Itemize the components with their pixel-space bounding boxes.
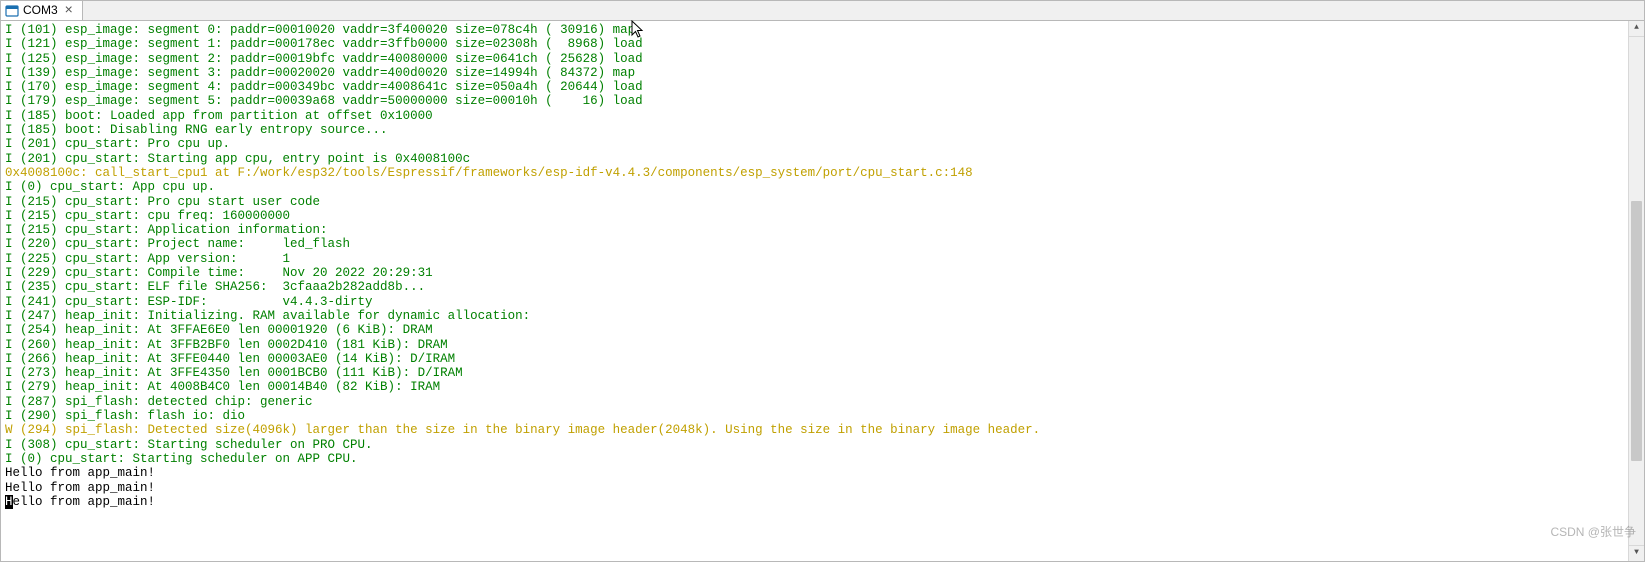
log-line: I (185) boot: Loaded app from partition …	[5, 109, 1624, 123]
scroll-down-arrow[interactable]: ▼	[1629, 545, 1644, 561]
log-line: I (121) esp_image: segment 1: paddr=0001…	[5, 37, 1624, 51]
log-line: I (241) cpu_start: ESP-IDF: v4.4.3-dirty	[5, 295, 1624, 309]
log-line: I (101) esp_image: segment 0: paddr=0001…	[5, 23, 1624, 37]
tab-com3[interactable]: COM3 ×	[1, 1, 83, 20]
log-line: I (308) cpu_start: Starting scheduler on…	[5, 438, 1624, 452]
log-line: I (139) esp_image: segment 3: paddr=0002…	[5, 66, 1624, 80]
log-line: I (201) cpu_start: Starting app cpu, ent…	[5, 152, 1624, 166]
terminal-output[interactable]: I (101) esp_image: segment 0: paddr=0001…	[1, 21, 1628, 511]
log-line: Hello from app_main!	[5, 495, 1624, 509]
log-line: I (0) cpu_start: Starting scheduler on A…	[5, 452, 1624, 466]
log-line: Hello from app_main!	[5, 466, 1624, 480]
log-line: I (260) heap_init: At 3FFB2BF0 len 0002D…	[5, 338, 1624, 352]
log-line: I (254) heap_init: At 3FFAE6E0 len 00001…	[5, 323, 1624, 337]
log-line: I (220) cpu_start: Project name: led_fla…	[5, 237, 1624, 251]
log-line: I (170) esp_image: segment 4: paddr=0003…	[5, 80, 1624, 94]
log-line: I (215) cpu_start: Application informati…	[5, 223, 1624, 237]
log-line: 0x4008100c: call_start_cpu1 at F:/work/e…	[5, 166, 1624, 180]
log-line: I (125) esp_image: segment 2: paddr=0001…	[5, 52, 1624, 66]
tab-label: COM3	[23, 3, 58, 17]
terminal-viewport: I (101) esp_image: segment 0: paddr=0001…	[1, 21, 1628, 561]
terminal-icon	[5, 4, 19, 18]
log-line: I (215) cpu_start: cpu freq: 160000000	[5, 209, 1624, 223]
scroll-thumb[interactable]	[1631, 201, 1642, 461]
log-line: I (229) cpu_start: Compile time: Nov 20 …	[5, 266, 1624, 280]
log-line: I (201) cpu_start: Pro cpu up.	[5, 137, 1624, 151]
text-cursor: H	[5, 495, 13, 509]
log-line: I (279) heap_init: At 4008B4C0 len 00014…	[5, 380, 1624, 394]
log-line: W (294) spi_flash: Detected size(4096k) …	[5, 423, 1624, 437]
log-line: I (235) cpu_start: ELF file SHA256: 3cfa…	[5, 280, 1624, 294]
scroll-up-arrow[interactable]: ▲	[1629, 21, 1644, 37]
log-line: Hello from app_main!	[5, 481, 1624, 495]
tab-bar: COM3 ×	[1, 1, 1644, 21]
log-line: I (215) cpu_start: Pro cpu start user co…	[5, 195, 1624, 209]
vertical-scrollbar[interactable]: ▲ ▼	[1628, 21, 1644, 561]
log-line: I (179) esp_image: segment 5: paddr=0003…	[5, 94, 1624, 108]
log-line: I (290) spi_flash: flash io: dio	[5, 409, 1624, 423]
log-line: I (247) heap_init: Initializing. RAM ava…	[5, 309, 1624, 323]
log-line: I (266) heap_init: At 3FFE0440 len 00003…	[5, 352, 1624, 366]
log-line: I (287) spi_flash: detected chip: generi…	[5, 395, 1624, 409]
log-line: I (185) boot: Disabling RNG early entrop…	[5, 123, 1624, 137]
log-line: I (225) cpu_start: App version: 1	[5, 252, 1624, 266]
close-icon[interactable]: ×	[62, 4, 76, 18]
log-line: I (0) cpu_start: App cpu up.	[5, 180, 1624, 194]
log-line: I (273) heap_init: At 3FFE4350 len 0001B…	[5, 366, 1624, 380]
